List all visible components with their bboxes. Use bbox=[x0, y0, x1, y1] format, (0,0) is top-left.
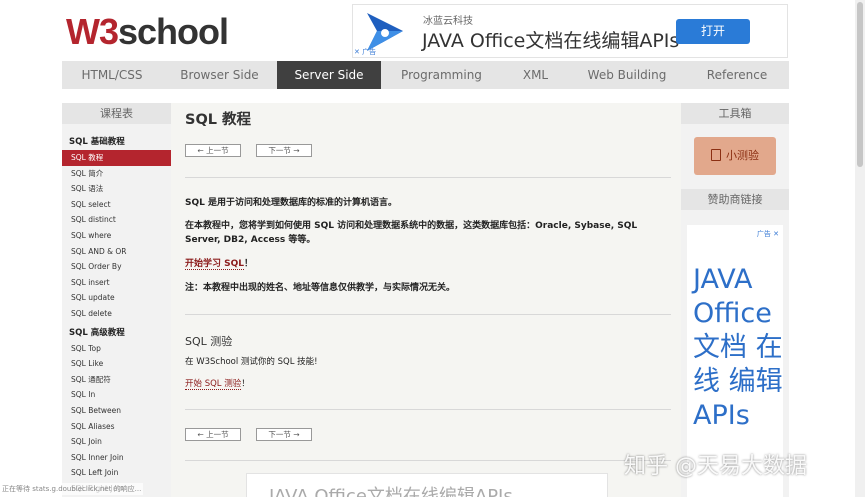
sidebar-item[interactable]: SQL Top bbox=[62, 341, 171, 357]
group-title-advanced: SQL 高级教程 bbox=[69, 327, 125, 338]
prev-section-button-bottom[interactable]: ← 上一节 bbox=[185, 428, 241, 441]
tools-sidebar: 工具箱 小测验 赞助商链接 广告 ✕ JAVA Office 文档 在线 编辑 … bbox=[681, 103, 789, 497]
nav-web-building[interactable]: Web Building bbox=[569, 61, 685, 89]
sidebar-item[interactable]: SQL delete bbox=[62, 306, 171, 322]
nav-programming[interactable]: Programming bbox=[381, 61, 502, 89]
quiz-button-label: 小测验 bbox=[726, 149, 759, 162]
page-scrollbar[interactable] bbox=[855, 0, 865, 497]
quiz-button[interactable]: 小测验 bbox=[694, 137, 776, 175]
sidebar-item[interactable]: SQL 语法 bbox=[62, 181, 171, 197]
ad-company-name: 冰蓝云科技 bbox=[423, 16, 473, 27]
sidebar-item[interactable]: SQL Aliases bbox=[62, 419, 171, 435]
prev-label: 上一节 bbox=[206, 146, 229, 155]
quiz-heading: SQL 测验 bbox=[185, 335, 233, 348]
prev-section-button[interactable]: ← 上一节 bbox=[185, 144, 241, 157]
nav-xml[interactable]: XML bbox=[502, 61, 569, 89]
divider bbox=[185, 460, 671, 461]
sidebar-item[interactable]: SQL 教程 bbox=[62, 150, 171, 166]
divider bbox=[185, 177, 671, 178]
arrow-right-icon: → bbox=[293, 146, 300, 155]
divider bbox=[185, 409, 671, 410]
w3school-logo[interactable]: W3school bbox=[66, 11, 229, 52]
sidebar-item[interactable]: SQL update bbox=[62, 290, 171, 306]
sidebar-item[interactable]: SQL insert bbox=[62, 275, 171, 291]
sidebar-item[interactable]: SQL AND & OR bbox=[62, 244, 171, 260]
sidebar-item[interactable]: SQL Like bbox=[62, 356, 171, 372]
next-section-button[interactable]: 下一节 → bbox=[256, 144, 312, 157]
start-learning-link[interactable]: 开始学习 SQL bbox=[185, 259, 245, 270]
tools-header: 工具箱 bbox=[681, 103, 789, 124]
start-suffix: ！ bbox=[244, 259, 254, 269]
logo-w3: W3 bbox=[66, 11, 119, 52]
sidebar-item[interactable]: SQL 简介 bbox=[62, 166, 171, 182]
nav-reference[interactable]: Reference bbox=[685, 61, 789, 89]
main-content: SQL 教程 ← 上一节 下一节 → SQL 是用于访问和处理数据库的标准的计算… bbox=[171, 103, 681, 497]
nav-html-css[interactable]: HTML/CSS bbox=[62, 61, 162, 89]
side-ad-mark[interactable]: 广告 ✕ bbox=[757, 229, 779, 239]
sidebar-item[interactable]: SQL Join bbox=[62, 434, 171, 450]
course-sidebar: 课程表 SQL 基础教程 SQL 教程 SQL 简介 SQL 语法 SQL se… bbox=[62, 103, 171, 497]
ad-title: JAVA Office文档在线编辑APIs bbox=[422, 30, 680, 52]
quiz-suffix: ！ bbox=[241, 379, 250, 389]
clipboard-icon bbox=[711, 149, 721, 161]
next-label: 下一节 bbox=[268, 146, 291, 155]
sidebar-item[interactable]: SQL Inner Join bbox=[62, 450, 171, 466]
description-text: 在本教程中，您将学到如何使用 SQL 访问和处理数据系统中的数据，这类数据库包括… bbox=[185, 221, 638, 245]
page-title: SQL 教程 bbox=[185, 112, 252, 128]
ad-close-mark[interactable]: ✕ 广告 bbox=[354, 47, 376, 57]
nav-browser-side[interactable]: Browser Side bbox=[162, 61, 277, 89]
sidebar-item[interactable]: SQL where bbox=[62, 228, 171, 244]
sidebar-item[interactable]: SQL Between bbox=[62, 403, 171, 419]
intro-text: SQL 是用于访问和处理数据库的标准的计算机语言。 bbox=[185, 198, 398, 208]
sidebar-header: 课程表 bbox=[62, 103, 171, 124]
arrow-left-icon: ← bbox=[197, 146, 204, 155]
next-section-button-bottom[interactable]: 下一节 → bbox=[256, 428, 312, 441]
quiz-text: 在 W3School 测试你的 SQL 技能! bbox=[185, 357, 318, 367]
arrow-right-icon: → bbox=[293, 430, 300, 439]
sidebar-item[interactable]: SQL select bbox=[62, 197, 171, 213]
ad-open-button[interactable]: 打开 bbox=[676, 19, 750, 44]
main-nav: HTML/CSS Browser Side Server Side Progra… bbox=[62, 61, 789, 89]
status-text: 正在等待 stats.g.doubleclick.net 的响应... bbox=[0, 483, 144, 495]
sidebar-item[interactable]: SQL 通配符 bbox=[62, 372, 171, 388]
sponsor-header: 赞助商链接 bbox=[681, 189, 789, 210]
bottom-banner-ad[interactable]: JAVA Office文档在线编辑APIs bbox=[246, 473, 608, 497]
sidebar-item[interactable]: SQL Order By bbox=[62, 259, 171, 275]
scrollbar-thumb[interactable] bbox=[857, 2, 863, 167]
sidebar-item[interactable]: SQL distinct bbox=[62, 212, 171, 228]
side-ad-text: JAVA Office 文档 在线 编辑 APIs bbox=[693, 264, 783, 431]
note-text: 注：本教程中出现的姓名、地址等信息仅供教学，与实际情况无关。 bbox=[185, 283, 456, 293]
sidebar-item[interactable]: SQL In bbox=[62, 387, 171, 403]
group-title-basic: SQL 基础教程 bbox=[69, 137, 125, 147]
divider bbox=[185, 314, 671, 315]
logo-school: school bbox=[118, 11, 229, 52]
top-banner-ad[interactable]: 冰蓝云科技 JAVA Office文档在线编辑APIs 打开 ✕ 广告 bbox=[352, 4, 788, 58]
start-learning-line: 开始学习 SQL！ bbox=[185, 257, 665, 271]
prev-label: 上一节 bbox=[206, 430, 229, 439]
quiz-start-link[interactable]: 开始 SQL 测验 bbox=[185, 379, 242, 390]
watermark: 知乎 @天易大数据 bbox=[624, 454, 807, 479]
arrow-left-icon: ← bbox=[197, 430, 204, 439]
next-label: 下一节 bbox=[268, 430, 291, 439]
quiz-link-line: 开始 SQL 测验！ bbox=[185, 377, 665, 391]
nav-server-side[interactable]: Server Side bbox=[277, 61, 381, 89]
sidebar-item[interactable]: SQL Left Join bbox=[62, 465, 171, 481]
